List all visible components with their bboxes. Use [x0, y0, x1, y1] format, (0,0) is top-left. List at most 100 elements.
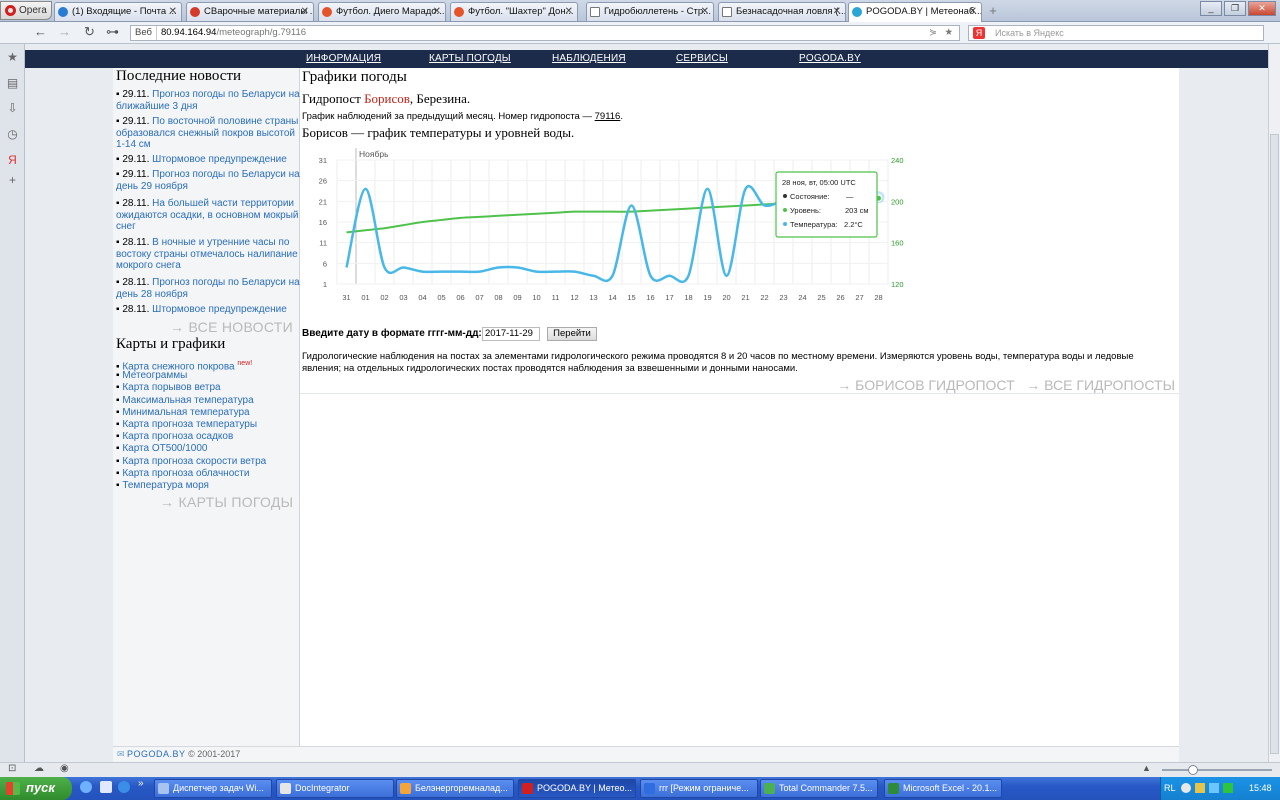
browser-tab[interactable]: (1) Входящие - Почта ... ✕	[54, 2, 182, 21]
map-link[interactable]: ▪ Метеограммы	[116, 370, 187, 382]
close-tab-icon[interactable]: ✕	[301, 3, 309, 21]
close-tab-icon[interactable]: ✕	[701, 3, 709, 21]
nav-pogoda[interactable]: POGODA.BY	[799, 53, 861, 64]
home-icon[interactable]: ⊶	[106, 25, 119, 39]
taskbar-item-label: Microsoft Excel - 20.1...	[903, 783, 998, 793]
x-tick: 13	[589, 293, 597, 302]
back-icon[interactable]: ←	[34, 25, 47, 39]
map-link-label[interactable]: Карта прогноза осадков	[122, 431, 233, 442]
footer-brand[interactable]: POGODA.BY	[127, 749, 186, 759]
map-link-label[interactable]: Карта ОТ500/1000	[122, 443, 207, 454]
start-button[interactable]: пуск	[0, 777, 72, 800]
map-link-label[interactable]: Карта прогноза температуры	[122, 419, 257, 430]
map-link-label[interactable]: Карта порывов ветра	[122, 382, 220, 393]
news-link[interactable]: Штормовое предупреждение	[152, 304, 287, 315]
close-window-button[interactable]: ✕	[1248, 1, 1276, 16]
nav-weather-maps[interactable]: КАРТЫ ПОГОДЫ	[429, 53, 511, 64]
bookmarks-icon[interactable]: ★	[6, 51, 19, 64]
quicklaunch-more-icon[interactable]: »	[138, 778, 144, 789]
taskbar-item[interactable]: Диспетчер задач Wi...	[154, 779, 272, 798]
taskbar-item[interactable]: Microsoft Excel - 20.1...	[884, 779, 1002, 798]
minimize-button[interactable]: _	[1200, 1, 1222, 16]
map-link[interactable]: ▪ Карта прогноза осадков	[116, 431, 233, 443]
view-up-icon[interactable]: ▲	[1142, 763, 1151, 773]
nav-observations[interactable]: НАБЛЮДЕНИЯ	[552, 53, 626, 64]
taskbar-item[interactable]: rrr [Режим ограниче...	[640, 779, 758, 798]
map-link[interactable]: ▪ Карта прогноза облачности	[116, 468, 249, 480]
quicklaunch-ie-icon[interactable]	[80, 781, 92, 793]
map-link[interactable]: ▪ Карта прогноза температуры	[116, 419, 257, 431]
reload-icon[interactable]: ↻	[84, 25, 95, 39]
map-link[interactable]: ▪ Карта порывов ветра	[116, 382, 221, 394]
browser-tab[interactable]: СВарочные материалы ... ✕	[186, 2, 314, 21]
taskbar-item[interactable]: DocIntegrator	[276, 779, 394, 798]
browser-tab[interactable]: POGODA.BY | Метеонаб... ✕	[848, 2, 982, 22]
cloud-icon[interactable]: ☁	[34, 763, 44, 774]
nav-info[interactable]: ИНФОРМАЦИЯ	[306, 53, 381, 64]
tray-warning-icon[interactable]	[1195, 783, 1205, 793]
news-link[interactable]: Штормовое предупреждение	[152, 154, 287, 165]
opera-menu-button[interactable]: Opera	[0, 1, 52, 20]
yandex-panel-icon[interactable]: Я	[6, 154, 19, 167]
map-link-label[interactable]: Температура моря	[122, 480, 209, 491]
panel-toggle-icon[interactable]: ⊡	[8, 763, 16, 774]
bookmark-star-icon[interactable]: ★	[944, 26, 953, 40]
browser-tab[interactable]: Футбол. "Шахтер" Дон... ✕	[450, 2, 578, 21]
browser-tab[interactable]: Футбол. Диего Марадо... ✕	[318, 2, 446, 21]
close-tab-icon[interactable]: ✕	[169, 3, 177, 21]
speed-dial-icon[interactable]: ◉	[60, 763, 69, 774]
tray-app-icon[interactable]	[1223, 783, 1233, 793]
rss-icon[interactable]: ⋟	[929, 26, 937, 40]
tab-label: Гидробюллетень - Стр...	[604, 6, 712, 17]
map-link[interactable]: ▪ Карта ОТ500/1000	[116, 443, 207, 455]
close-tab-icon[interactable]: ✕	[433, 3, 441, 21]
taskbar-item[interactable]: POGODA.BY | Метео...	[518, 779, 636, 798]
tooltip-level-label: Уровень:	[790, 206, 821, 215]
search-field[interactable]: Я Искать в Яндекс	[968, 25, 1264, 41]
all-posts-link[interactable]: → ВСЕ ГИДРОПОСТЫ	[1026, 377, 1175, 393]
taskbar-item[interactable]: Total Commander 7.5...	[760, 779, 878, 798]
map-link[interactable]: ▪ Карта прогноза скорости ветра	[116, 456, 266, 468]
tooltip-state-value: —	[846, 192, 854, 201]
map-link-label[interactable]: Карта прогноза скорости ветра	[122, 456, 266, 467]
forward-icon[interactable]: →	[58, 25, 71, 39]
scrollbar-thumb[interactable]	[1270, 134, 1279, 754]
map-link-label[interactable]: Минимальная температура	[122, 407, 249, 418]
tray-status-icon[interactable]	[1181, 783, 1191, 793]
quicklaunch-save-icon[interactable]	[100, 781, 112, 793]
map-link-label[interactable]: Карта прогноза облачности	[122, 468, 249, 479]
map-link[interactable]: ▪ Максимальная температура	[116, 395, 254, 407]
page-scrollbar[interactable]	[1268, 44, 1280, 762]
map-link-label[interactable]: Метеограммы	[122, 370, 187, 381]
downloads-icon[interactable]: ⇩	[6, 102, 19, 115]
notes-icon[interactable]: ▤	[6, 77, 19, 90]
history-icon[interactable]: ◷	[6, 128, 19, 141]
zoom-slider[interactable]	[1162, 769, 1272, 771]
close-tab-icon[interactable]: ✕	[969, 3, 977, 21]
new-tab-button[interactable]: +	[986, 4, 1000, 18]
close-tab-icon[interactable]: ✕	[833, 3, 841, 21]
tray-network-icon[interactable]	[1209, 783, 1219, 793]
news-item: ▪ 29.11. По восточной половине страны об…	[116, 116, 301, 151]
url-field[interactable]: Веб 80.94.164.94/meteograph/g.79116 ⋟ ★	[130, 25, 960, 41]
zoom-slider-handle[interactable]	[1188, 765, 1198, 775]
taskbar-item-label: Белэнергоремналад...	[415, 783, 508, 793]
map-link[interactable]: ▪ Минимальная температура	[116, 407, 250, 419]
maximize-button[interactable]: ❐	[1224, 1, 1246, 16]
nav-services[interactable]: СЕРВИСЫ	[676, 53, 728, 64]
close-tab-icon[interactable]: ✕	[565, 3, 573, 21]
map-link[interactable]: ▪ Температура моря	[116, 480, 209, 492]
all-news-link[interactable]: → ВСЕ НОВОСТИ	[170, 319, 293, 335]
post-number-link[interactable]: 79116	[595, 111, 621, 122]
language-indicator[interactable]: RL	[1164, 777, 1176, 799]
browser-tab[interactable]: Безнасадочная ловля (... ✕	[718, 2, 846, 21]
borisov-post-link[interactable]: → БОРИСОВ ГИДРОПОСТ	[837, 377, 1014, 393]
go-button[interactable]: Перейти	[547, 327, 597, 341]
date-input[interactable]: 2017-11-29	[482, 327, 540, 341]
browser-tab[interactable]: Гидробюллетень - Стр... ✕	[586, 2, 714, 21]
map-link-label[interactable]: Максимальная температура	[122, 395, 253, 406]
all-maps-link[interactable]: → КАРТЫ ПОГОДЫ	[160, 494, 293, 510]
add-panel-icon[interactable]: +	[6, 174, 19, 187]
quicklaunch-browser-icon[interactable]	[118, 781, 130, 793]
taskbar-item[interactable]: Белэнергоремналад...	[396, 779, 514, 798]
